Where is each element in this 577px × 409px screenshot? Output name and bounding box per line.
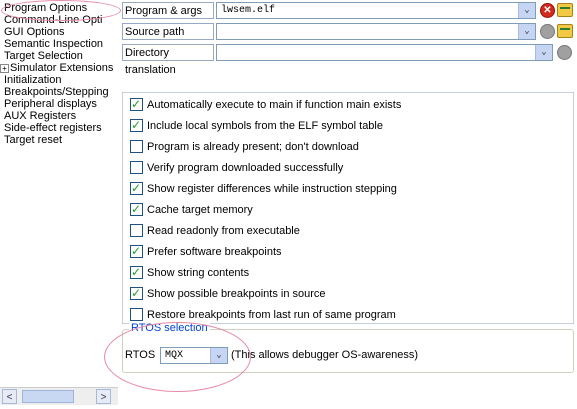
options-tree: Program Options Command-Line Opti GUI Op… — [0, 0, 118, 409]
tree-item-target-selection[interactable]: Target Selection — [4, 50, 83, 62]
scrollbar-thumb[interactable] — [22, 390, 74, 403]
source-path-combo[interactable]: ⌄ — [216, 23, 536, 40]
tree-item-simulator-extensions[interactable]: + Simulator Extensions — [0, 62, 113, 74]
program-args-value: lwsem.elf — [221, 5, 276, 16]
tree-item-label: GUI Options — [4, 26, 65, 38]
delete-icon-disabled — [540, 24, 555, 39]
option-label: Show string contents — [147, 267, 250, 279]
tree-item-peripheral-displays[interactable]: Peripheral displays — [4, 98, 97, 110]
directory-translation-combo[interactable]: ⌄ — [216, 44, 553, 61]
rtos-select[interactable]: MQX ⌄ — [160, 347, 228, 364]
tree-item-label: Target Selection — [4, 50, 83, 62]
checkbox[interactable] — [130, 97, 143, 111]
rtos-group-title: RTOS selection — [129, 322, 210, 334]
rtos-selection-group: RTOS selection RTOS MQX ⌄ (This allows d… — [122, 322, 574, 373]
scroll-right-icon[interactable]: > — [96, 389, 111, 404]
tree-item-label: Command-Line Opti — [4, 14, 103, 26]
tree-item-gui-options[interactable]: GUI Options — [4, 26, 65, 38]
expand-icon[interactable]: + — [0, 64, 9, 73]
option-label: Restore breakpoints from last run of sam… — [147, 309, 396, 321]
rtos-value: MQX — [165, 350, 184, 361]
checkbox[interactable] — [130, 286, 143, 300]
tree-item-command-line-options[interactable]: Command-Line Opti — [4, 14, 102, 26]
browse-folder-icon[interactable] — [557, 3, 573, 17]
option-label: Prefer software breakpoints — [147, 246, 282, 258]
checkbox[interactable] — [130, 308, 143, 321]
option-label: Include local symbols from the ELF symbo… — [147, 120, 383, 132]
delete-icon-disabled — [557, 45, 572, 60]
tree-item-initialization[interactable]: Initialization — [4, 74, 61, 86]
checkbox[interactable] — [130, 265, 143, 279]
tree-item-label: Semantic Inspection — [4, 38, 104, 50]
checkbox[interactable] — [130, 224, 143, 237]
tree-item-semantic-inspection[interactable]: Semantic Inspection — [4, 38, 103, 50]
option-label: Automatically execute to main if functio… — [147, 99, 402, 111]
option-label: Read readonly from executable — [147, 225, 300, 237]
scroll-left-icon[interactable]: < — [2, 389, 17, 404]
source-path-row: Source path ⌄ — [120, 22, 577, 42]
checkbox[interactable] — [130, 161, 143, 174]
program-args-label: Program & args — [122, 2, 214, 19]
tree-item-label: AUX Registers — [4, 110, 77, 122]
delete-icon[interactable]: ✕ — [540, 3, 555, 18]
program-args-combo[interactable]: lwsem.elf ⌄ — [216, 2, 536, 19]
tree-item-label: Program Options — [4, 2, 88, 14]
option-label: Show register differences while instruct… — [147, 183, 397, 195]
checkbox[interactable] — [130, 118, 143, 132]
tree-item-aux-registers[interactable]: AUX Registers — [4, 110, 76, 122]
option-label: Verify program downloaded successfully — [147, 162, 344, 174]
tree-item-label: Side-effect registers — [4, 122, 102, 134]
tree-item-side-effect-registers[interactable]: Side-effect registers — [4, 122, 102, 134]
tree-item-breakpoints-stepping[interactable]: Breakpoints/Stepping — [4, 86, 109, 98]
option-label: Show possible breakpoints in source — [147, 288, 326, 300]
rtos-hint-text: (This allows debugger OS-awareness) — [231, 349, 419, 361]
program-args-row: Program & args lwsem.elf ⌄ ✕ — [120, 1, 577, 21]
tree-item-label: Simulator Extensions — [10, 62, 114, 74]
chevron-down-icon[interactable]: ⌄ — [210, 348, 227, 363]
chevron-down-icon[interactable]: ⌄ — [535, 45, 552, 60]
checkbox[interactable] — [130, 181, 143, 195]
directory-translation-row: Directory translation ⌄ — [120, 43, 577, 76]
checkbox[interactable] — [130, 202, 143, 216]
program-options-panel: Program & args lwsem.elf ⌄ ✕ Source path… — [120, 0, 577, 409]
chevron-down-icon[interactable]: ⌄ — [518, 24, 535, 39]
rtos-label: RTOS — [125, 349, 156, 361]
option-label: Program is already present; don't downlo… — [147, 141, 359, 153]
browse-folder-icon[interactable] — [557, 24, 573, 38]
checkbox[interactable] — [130, 140, 143, 153]
tree-item-target-reset[interactable]: Target reset — [4, 134, 62, 146]
chevron-down-icon[interactable]: ⌄ — [518, 3, 535, 18]
checkbox[interactable] — [130, 244, 143, 258]
option-label: Cache target memory — [147, 204, 253, 216]
tree-item-label: Peripheral displays — [4, 98, 97, 110]
directory-translation-label: Directory translation — [122, 44, 214, 76]
tree-item-label: Target reset — [4, 134, 63, 146]
tree-item-label: Initialization — [4, 74, 62, 86]
tree-horizontal-scrollbar[interactable]: < > — [0, 387, 118, 405]
tree-item-label: Breakpoints/Stepping — [4, 86, 109, 98]
options-checkbox-list: Automatically execute to main if functio… — [122, 92, 574, 324]
source-path-label: Source path — [122, 23, 214, 40]
tree-item-program-options[interactable]: Program Options — [4, 2, 87, 14]
